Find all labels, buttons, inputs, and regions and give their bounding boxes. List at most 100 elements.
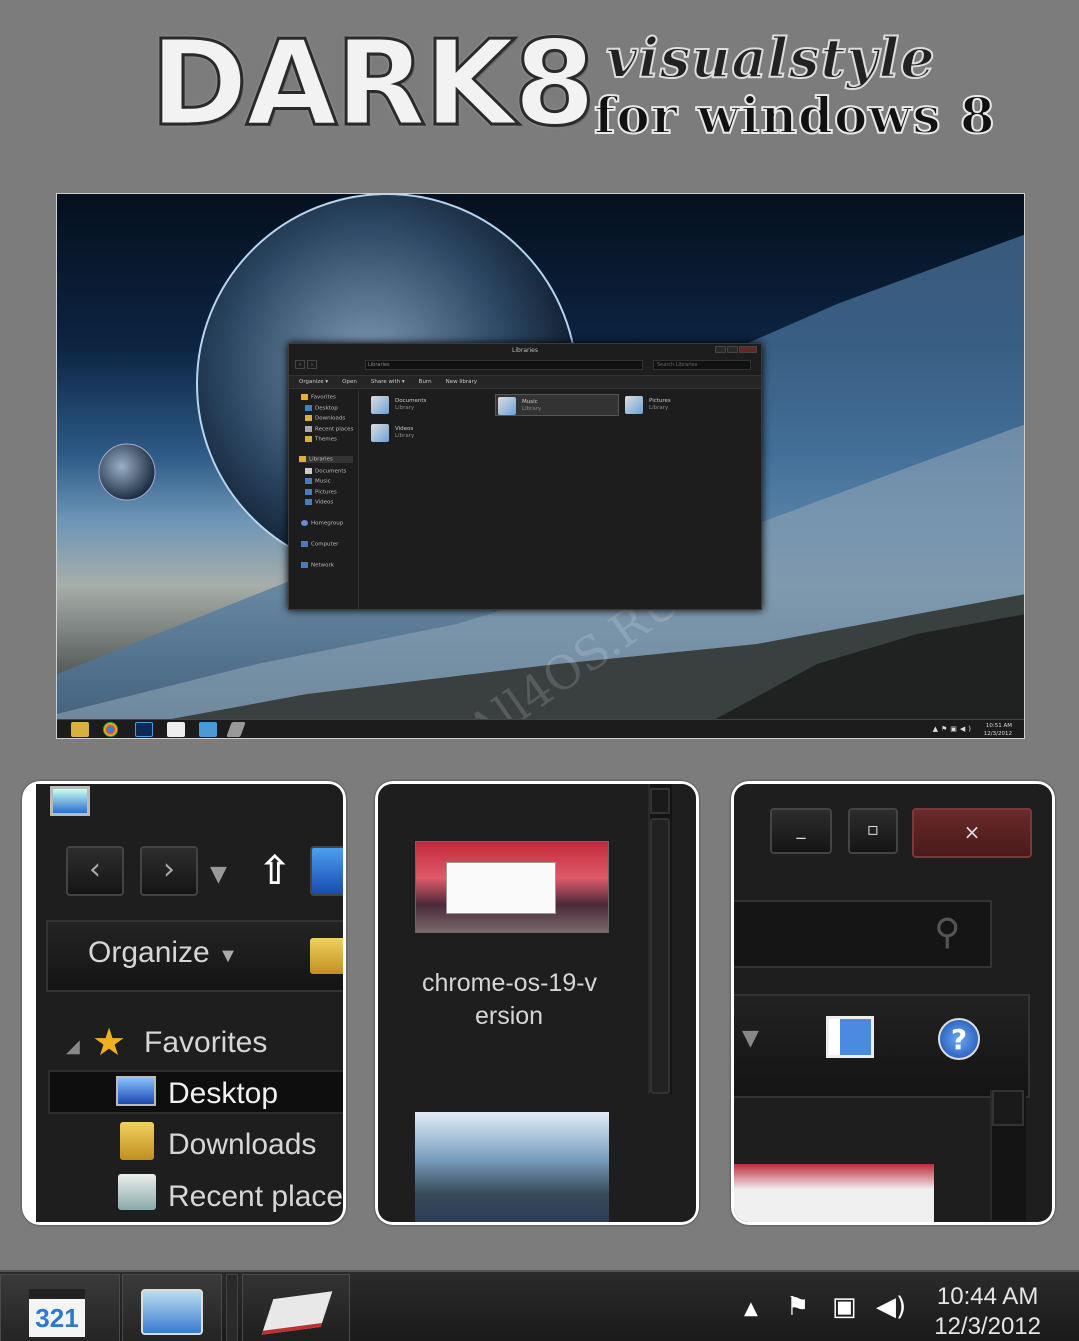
- organize-menu[interactable]: Organize ▼: [88, 936, 238, 970]
- back-button[interactable]: ‹: [295, 360, 305, 369]
- nav-item-videos[interactable]: Videos: [305, 499, 333, 506]
- collapse-arrow-icon[interactable]: ◢: [66, 1036, 80, 1057]
- file-name-line1: chrome-os-19-v: [422, 969, 598, 997]
- zoom-panel-thumbnails: chrome-os-19-v ersion: [375, 781, 699, 1225]
- control-panel-icon[interactable]: [199, 722, 217, 737]
- notepad-icon[interactable]: [226, 722, 246, 737]
- page-title: DARK8: [149, 14, 598, 152]
- computer-icon: [301, 541, 308, 547]
- command-bar: [734, 994, 1030, 1098]
- forward-button[interactable]: ›: [307, 360, 317, 369]
- library-music[interactable]: Music Library: [495, 394, 619, 416]
- subtitle-visualstyle: visualstyle: [605, 25, 936, 91]
- chrome-os-thumbnail[interactable]: [415, 841, 609, 933]
- media-player-icon: 321: [29, 1289, 85, 1337]
- close-button[interactable]: ×: [912, 808, 1032, 858]
- forward-button[interactable]: ›: [140, 846, 198, 896]
- panel-content: _ ▫ × ⚲ ▼ ?: [734, 784, 1052, 1222]
- libraries-icon: [299, 456, 306, 462]
- library-videos[interactable]: Videos Library: [369, 422, 493, 444]
- volume-icon[interactable]: ◀): [876, 1292, 906, 1322]
- minimize-button[interactable]: _: [770, 808, 832, 854]
- recent-places-icon: [305, 426, 312, 432]
- photoshop-icon[interactable]: [135, 722, 153, 737]
- nav-item-themes[interactable]: Themes: [305, 436, 337, 443]
- network-icon[interactable]: ▣: [832, 1292, 857, 1322]
- library-documents[interactable]: Documents Library: [369, 394, 493, 416]
- control-panel-icon: [141, 1289, 203, 1335]
- search-input[interactable]: Search Libraries: [653, 360, 751, 370]
- nav-item-documents[interactable]: Documents: [305, 468, 346, 475]
- folder-icon: [310, 938, 343, 974]
- close-button[interactable]: [739, 346, 757, 353]
- cmd-new-library[interactable]: New library: [446, 376, 477, 388]
- recent-dropdown-icon[interactable]: ▼: [210, 862, 227, 887]
- nav-item-network[interactable]: Network: [301, 562, 334, 569]
- notepad-button[interactable]: [242, 1274, 350, 1341]
- cmd-burn[interactable]: Burn: [419, 376, 432, 388]
- nav-item-computer[interactable]: Computer: [301, 541, 338, 548]
- scrollbar-thumb[interactable]: [650, 818, 670, 1094]
- clock[interactable]: 10:51 AM 12/3/2012: [984, 722, 1012, 738]
- up-arrow-icon[interactable]: ⇧: [258, 848, 292, 894]
- command-bar: Organize ▾ Open Share with ▾ Burn New li…: [289, 375, 761, 389]
- media-player-classic-button[interactable]: 321: [0, 1274, 120, 1341]
- nav-item-homegroup[interactable]: Homegroup: [301, 520, 343, 527]
- media-player-icon[interactable]: [167, 722, 185, 737]
- show-hidden-icons-icon[interactable]: ▲: [744, 1298, 758, 1319]
- cmd-share[interactable]: Share with ▾: [371, 376, 405, 388]
- explorer-titlebar: Libraries: [289, 344, 761, 357]
- cmd-open[interactable]: Open: [342, 376, 357, 388]
- address-bar[interactable]: Libraries: [365, 360, 643, 370]
- scroll-up-button[interactable]: [650, 788, 670, 814]
- nav-favorites[interactable]: Favorites: [144, 1026, 267, 1060]
- desktop-icon: [305, 405, 312, 411]
- nav-desktop[interactable]: Desktop: [168, 1077, 278, 1111]
- dropdown-arrow-icon: ▼: [218, 945, 238, 967]
- help-icon[interactable]: ?: [938, 1018, 980, 1060]
- scroll-up-button[interactable]: [992, 1090, 1024, 1126]
- window-icon: [50, 786, 90, 816]
- dropdown-arrow-icon[interactable]: ▼: [742, 1026, 759, 1051]
- documents-icon: [305, 468, 312, 474]
- nav-item-favorites[interactable]: Favorites: [301, 394, 336, 401]
- pictures-icon: [305, 489, 312, 495]
- action-center-flag-icon[interactable]: ⚑: [786, 1292, 809, 1322]
- nav-item-desktop[interactable]: Desktop: [305, 405, 338, 412]
- tray-icons[interactable]: ▲⚑▣◀): [933, 725, 974, 733]
- folder-icon: [305, 436, 312, 442]
- nav-item-downloads[interactable]: Downloads: [305, 415, 345, 422]
- preview-pane-icon[interactable]: [826, 1016, 874, 1058]
- stargate-thumbnail[interactable]: [415, 1112, 609, 1222]
- clock[interactable]: 10:44 AM 12/3/2012: [934, 1282, 1041, 1341]
- zoom-panel-window-controls: _ ▫ × ⚲ ▼ ?: [731, 781, 1055, 1225]
- nav-item-libraries[interactable]: Libraries: [299, 456, 353, 463]
- back-button[interactable]: ‹: [66, 846, 124, 896]
- maximize-button[interactable]: [727, 346, 738, 353]
- clock-date: 12/3/2012: [934, 1313, 1041, 1340]
- panel-content: ‹ › ▼ ⇧ Organize ▼ ◢ ★ Favorites Desktop…: [36, 784, 343, 1222]
- music-library-icon: [498, 397, 516, 415]
- videos-icon: [305, 499, 312, 505]
- file-thumbnail[interactable]: [734, 1164, 934, 1222]
- explorer-taskbar-icon[interactable]: [71, 722, 89, 737]
- star-icon: [301, 394, 308, 400]
- nav-recent-places[interactable]: Recent place: [168, 1180, 343, 1214]
- zoom-panel-navigation: ‹ › ▼ ⇧ Organize ▼ ◢ ★ Favorites Desktop…: [22, 781, 346, 1225]
- minimize-button[interactable]: [715, 346, 726, 353]
- control-panel-button[interactable]: [122, 1274, 222, 1341]
- network-icon: [301, 562, 308, 568]
- nav-buttons: ‹ ›: [295, 360, 317, 369]
- maximize-button[interactable]: ▫: [848, 808, 898, 854]
- location-icon: [310, 846, 343, 896]
- nav-item-pictures[interactable]: Pictures: [305, 489, 337, 496]
- clock-time: 10:44 AM: [936, 1283, 1039, 1310]
- chrome-icon[interactable]: [103, 722, 118, 737]
- library-pictures[interactable]: Pictures Library: [623, 394, 747, 416]
- nav-downloads[interactable]: Downloads: [168, 1128, 316, 1162]
- subtitle-windows8: for windows 8: [593, 85, 996, 146]
- nav-item-music[interactable]: Music: [305, 478, 331, 485]
- cmd-organize[interactable]: Organize ▾: [299, 376, 328, 388]
- desktop-screenshot: All4OS.RU Libraries ‹ › Libraries Search …: [56, 193, 1025, 739]
- nav-item-recent-places[interactable]: Recent places: [305, 426, 353, 433]
